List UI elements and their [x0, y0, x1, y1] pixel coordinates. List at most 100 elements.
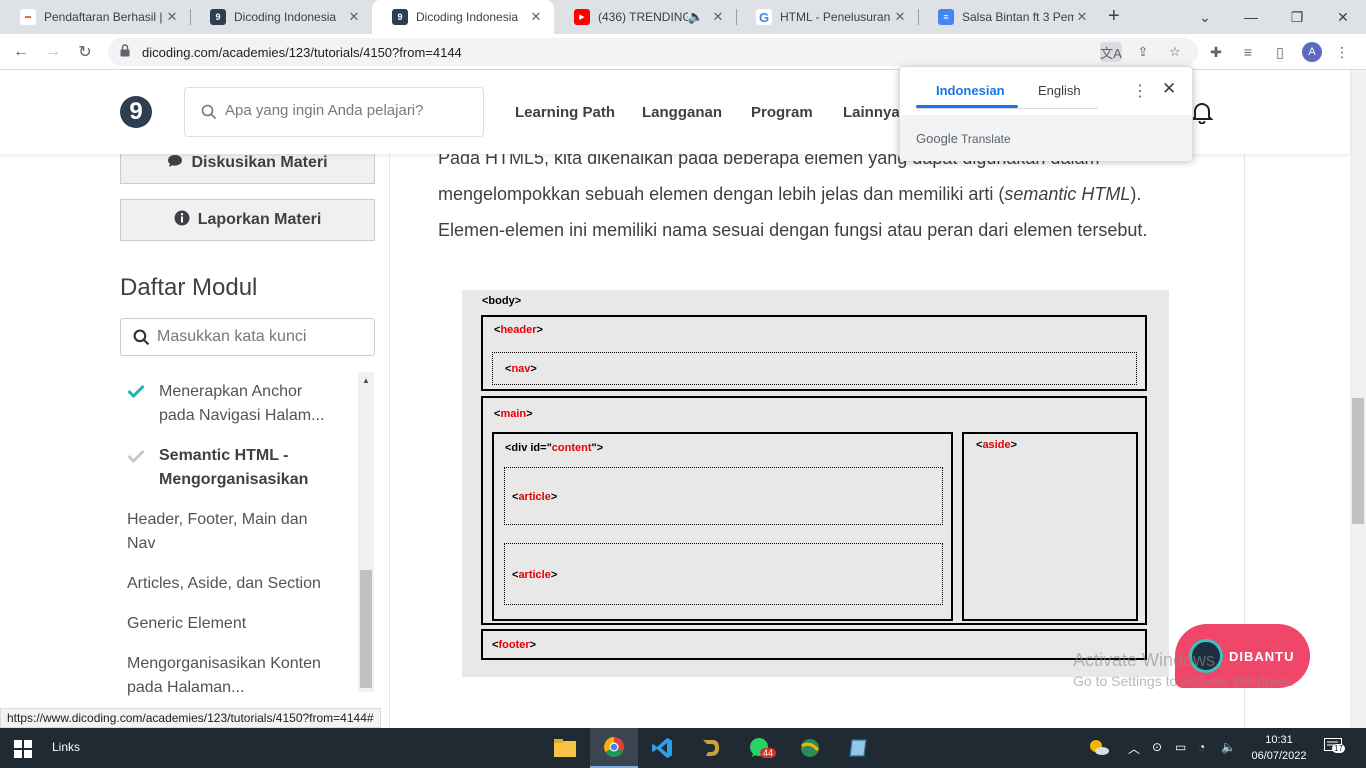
minimize-icon[interactable]: —: [1228, 0, 1274, 34]
share-icon[interactable]: ⇪: [1132, 42, 1154, 62]
whatsapp-icon[interactable]: 44: [736, 728, 784, 768]
translate-icon[interactable]: 文A: [1100, 42, 1122, 62]
nav-langganan[interactable]: Langganan: [642, 104, 722, 121]
dicoding-icon: 9: [392, 9, 408, 25]
module-item-organize-content[interactable]: Mengorganisasikan Konten pada Halaman...: [127, 652, 321, 700]
chrome-icon[interactable]: [590, 728, 638, 768]
address-bar[interactable]: dicoding.com/academies/123/tutorials/415…: [108, 38, 1198, 66]
profile-avatar[interactable]: A: [1302, 42, 1322, 62]
tab-search-icon[interactable]: ⌄: [1182, 0, 1228, 34]
paragraph-emphasis: semantic HTML: [1004, 184, 1131, 204]
battery-icon[interactable]: ▭: [1175, 740, 1186, 754]
browser-tab[interactable]: ▶ (436) TRENDING!! 🔈 ✕: [554, 0, 736, 34]
close-tab-icon[interactable]: ✕: [346, 9, 362, 25]
close-tab-icon[interactable]: ✕: [164, 9, 180, 25]
aside-box: [962, 432, 1138, 621]
notification-center-icon[interactable]: 17: [1324, 738, 1345, 757]
aside-tag-label: <aside>: [976, 439, 1017, 451]
browser-tab[interactable]: G HTML - Penelusuran G ✕: [736, 0, 918, 34]
site-search-input[interactable]: [225, 102, 465, 119]
close-tab-icon[interactable]: ✕: [528, 9, 544, 25]
tag-name: main: [500, 408, 527, 420]
nav-lainnya[interactable]: Lainnya: [843, 104, 900, 121]
browser-tab[interactable]: ≡ Salsa Bintan ft 3 Pemu ✕: [918, 0, 1100, 34]
globe-app-icon[interactable]: [786, 728, 834, 768]
close-icon[interactable]: ✕: [1162, 79, 1176, 99]
tray-overflow-chevron-icon[interactable]: ︿: [1128, 740, 1140, 757]
vscode-icon[interactable]: [638, 728, 686, 768]
forward-icon[interactable]: →: [42, 41, 64, 63]
tag-name: article: [518, 491, 551, 503]
close-tab-icon[interactable]: ✕: [1074, 9, 1090, 25]
module-item-header-footer[interactable]: Header, Footer, Main dan Nav: [127, 508, 308, 556]
weather-icon[interactable]: [1088, 738, 1110, 759]
bookmark-star-icon[interactable]: ☆: [1164, 42, 1186, 62]
tag-bracket: >: [550, 491, 558, 503]
article-tag-label: <article>: [512, 569, 557, 581]
dicoding-logo[interactable]: 9: [120, 96, 152, 128]
extensions-icon[interactable]: ✚: [1206, 42, 1226, 62]
header-tag-label: <header>: [494, 324, 543, 336]
watermark-title: Activate Windows: [1073, 650, 1216, 670]
links-toolbar[interactable]: Links: [52, 740, 80, 754]
site-search[interactable]: [184, 87, 484, 137]
meet-now-icon[interactable]: ⊙: [1152, 740, 1162, 754]
reload-icon[interactable]: ↻: [74, 41, 96, 63]
tag-bracket: >: [536, 324, 543, 336]
browser-tab[interactable]: 9 Dicoding Indonesia ✕: [190, 0, 372, 34]
notification-bell-icon[interactable]: [1190, 100, 1214, 124]
tab-title: HTML - Penelusuran G: [780, 10, 892, 24]
body-tag-label: <body>: [482, 295, 522, 307]
report-button[interactable]: Laporkan Materi: [120, 199, 375, 241]
speaker-icon[interactable]: 🔈: [688, 9, 704, 25]
file-explorer-icon[interactable]: [541, 728, 589, 768]
volume-icon[interactable]: 🔈: [1221, 740, 1236, 754]
windows-start-icon[interactable]: [14, 740, 32, 758]
footer-tag-label: <footer>: [492, 639, 536, 651]
windows-taskbar: Links 44 ︿ ⊙ ▭ ◔ 🔈 10:31 06/07/2022 17: [0, 728, 1366, 768]
back-icon[interactable]: ←: [10, 41, 32, 63]
close-tab-icon[interactable]: ✕: [710, 9, 726, 25]
search-icon: [133, 329, 150, 346]
module-search[interactable]: [120, 318, 375, 356]
more-options-icon[interactable]: ⋮: [1132, 81, 1148, 101]
game-launcher-icon[interactable]: [686, 728, 734, 768]
module-sidebar: Diskusikan Materi Laporkan Materi Daftar…: [0, 154, 390, 728]
nav-program[interactable]: Program: [751, 104, 813, 121]
module-item-anchor[interactable]: Menerapkan Anchor pada Navigasi Halam...: [159, 380, 324, 428]
scroll-up-arrow-icon[interactable]: ▲: [362, 376, 370, 385]
taskbar-clock[interactable]: 10:31 06/07/2022: [1248, 732, 1310, 764]
module-item-label: Mengorganisasikan Konten: [127, 655, 321, 672]
browser-tab-active[interactable]: 9 Dicoding Indonesia ✕: [372, 0, 554, 34]
module-list-scrollbar[interactable]: ▲: [358, 372, 374, 692]
discuss-button[interactable]: Diskusikan Materi: [120, 154, 375, 184]
translate-target-tab[interactable]: English: [1038, 83, 1081, 98]
media-control-icon[interactable]: ≡: [1238, 42, 1258, 62]
notepad-icon[interactable]: [834, 728, 882, 768]
watermark-subtitle: Go to Settings to activate Windows.: [1073, 673, 1294, 689]
module-search-input[interactable]: [157, 328, 367, 346]
scrollbar-thumb[interactable]: [1352, 398, 1364, 524]
paragraph-line: Elemen-elemen ini memiliki nama sesuai d…: [438, 220, 1148, 240]
scrollbar-thumb[interactable]: [360, 570, 372, 688]
side-panel-icon[interactable]: ▯: [1270, 42, 1290, 62]
translate-source-tab[interactable]: Indonesian: [936, 83, 1005, 98]
menu-dots-icon[interactable]: ⋮: [1332, 42, 1352, 62]
browser-tab[interactable]: ▬ Pendaftaran Berhasil | ✕: [0, 0, 190, 34]
tab-title: (436) TRENDING!!: [598, 10, 688, 24]
module-item-generic-element[interactable]: Generic Element: [127, 612, 246, 636]
restore-icon[interactable]: ❐: [1274, 0, 1320, 34]
module-item-articles-aside[interactable]: Articles, Aside, dan Section: [127, 572, 321, 596]
wifi-icon[interactable]: ◔: [1198, 740, 1205, 754]
close-tab-icon[interactable]: ✕: [892, 9, 908, 25]
nav-learning-path[interactable]: Learning Path: [515, 104, 615, 121]
new-tab-icon[interactable]: +: [1108, 5, 1120, 28]
close-window-icon[interactable]: ✕: [1320, 0, 1366, 34]
link-status-bar: https://www.dicoding.com/academies/123/t…: [0, 708, 381, 728]
tab-title: Dicoding Indonesia: [416, 10, 519, 24]
module-item-label: Header, Footer, Main dan: [127, 511, 308, 528]
page-scrollbar[interactable]: [1350, 70, 1366, 728]
report-label: Laporkan Materi: [197, 211, 322, 228]
module-item-semantic-html[interactable]: Semantic HTML - Mengorganisasikan: [159, 444, 308, 492]
module-item-label: Semantic HTML -: [159, 447, 289, 464]
